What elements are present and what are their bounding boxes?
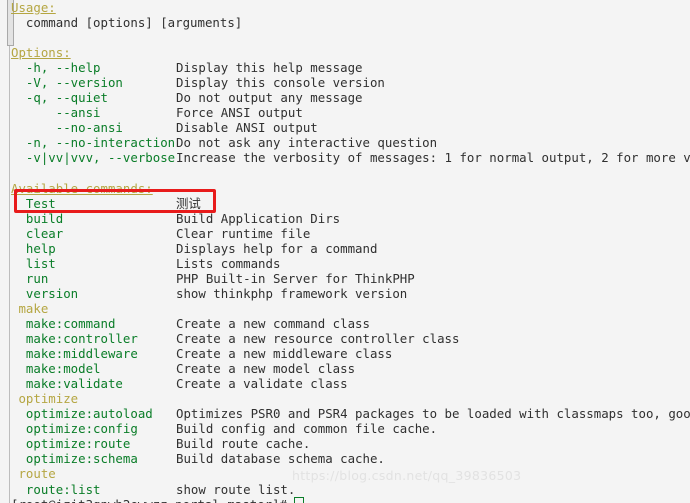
terminal-cursor: [294, 496, 305, 503]
command-description: Create a new command class: [176, 315, 370, 331]
csdn-watermark: https://blog.csdn.net/qq_39836503: [292, 468, 522, 483]
option-row: -h, --help Display this help message: [11, 60, 690, 75]
option-description: Display this help message: [176, 60, 363, 76]
option-description: Disable ANSI output: [176, 120, 318, 136]
usage-heading-line: Usage:: [11, 0, 690, 15]
option-description: Display this console version: [176, 75, 385, 91]
command-name[interactable]: clear: [11, 226, 176, 241]
command-name[interactable]: optimize:autoload: [11, 406, 176, 421]
command-description: Build route cache.: [176, 436, 311, 452]
option-flag: --no-ansi: [11, 120, 123, 136]
command-row: help Displays help for a command: [11, 241, 690, 256]
usage-command-line: command [options] [arguments]: [11, 15, 690, 30]
command-description: Build database schema cache.: [176, 451, 385, 467]
option-row: --ansi Force ANSI output: [11, 105, 690, 120]
command-description: Lists commands: [176, 255, 281, 271]
command-description: show route list.: [176, 481, 296, 497]
command-row: optimize:schema Build database schema cac…: [11, 451, 690, 466]
option-flag: -n, --no-interaction: [11, 135, 176, 151]
command-group-name[interactable]: make: [11, 301, 176, 316]
option-row: -q, --quiet Do not output any message: [11, 90, 690, 105]
command-row: optimize:config Build config and common f…: [11, 421, 690, 436]
commands-heading-line: Available commands:: [11, 181, 690, 196]
terminal-window: Usage: command [options] [arguments] Opti…: [0, 0, 690, 503]
option-flag: --ansi: [11, 105, 101, 121]
option-row: -V, --version Display this console versio…: [11, 75, 690, 90]
command-name[interactable]: Test: [11, 196, 176, 211]
command-name[interactable]: optimize:config: [11, 421, 176, 436]
command-row: version show thinkphp framework version: [11, 286, 690, 301]
option-row: -v|vv|vvv, --verboseIncrease the verbosi…: [11, 150, 690, 165]
command-row: run PHP Built-in Server for ThinkPHP: [11, 271, 690, 286]
option-description: Increase the verbosity of messages: 1 fo…: [176, 150, 690, 166]
command-name[interactable]: help: [11, 241, 176, 256]
command-row: make:model Create a new model class: [11, 361, 690, 376]
command-group-name[interactable]: route: [11, 466, 176, 481]
option-description: Force ANSI output: [176, 105, 303, 121]
options-heading-line: Options:: [11, 45, 690, 60]
command-description: Create a new model class: [176, 361, 356, 377]
command-name[interactable]: run: [11, 271, 176, 286]
command-group-row: make: [11, 301, 690, 316]
command-description: Create a new middleware class: [176, 346, 393, 362]
option-description: Do not output any message: [176, 90, 363, 106]
option-flag: -h, --help: [11, 60, 101, 76]
command-name[interactable]: list: [11, 256, 176, 271]
command-row: build Build Application Dirs: [11, 211, 690, 226]
command-description: 测试: [176, 195, 201, 211]
command-description: Clear runtime file: [176, 225, 311, 241]
command-row: Test 测试: [11, 196, 690, 211]
command-row: route:list show route list.: [11, 482, 690, 497]
command-description: Build config and common file cache.: [176, 421, 438, 437]
command-description: show thinkphp framework version: [176, 285, 408, 301]
command-name[interactable]: build: [11, 211, 176, 226]
option-row: --no-ansi Disable ANSI output: [11, 120, 690, 135]
command-name[interactable]: optimize:schema: [11, 451, 176, 466]
command-name[interactable]: route:list: [11, 482, 176, 497]
option-flag: -V, --version: [11, 75, 123, 91]
terminal-output: Usage: command [options] [arguments] Opti…: [11, 0, 690, 503]
command-description: Displays help for a command: [176, 240, 378, 256]
option-flag: -v|vv|vvv, --verbose: [11, 150, 176, 166]
command-name[interactable]: make:validate: [11, 376, 176, 391]
command-row: make:controller Create a new resource con…: [11, 331, 690, 346]
usage-heading: Usage:: [11, 0, 56, 15]
command-group-row: optimize: [11, 391, 690, 406]
command-row: clear Clear runtime file: [11, 226, 690, 241]
options-heading: Options:: [11, 45, 71, 61]
command-name[interactable]: make:controller: [11, 331, 176, 346]
command-description: PHP Built-in Server for ThinkPHP: [176, 270, 415, 286]
command-name[interactable]: make:model: [11, 361, 176, 376]
option-row: -n, --no-interactionDo not ask any inter…: [11, 135, 690, 150]
command-name[interactable]: optimize:route: [11, 436, 176, 451]
command-name[interactable]: version: [11, 286, 176, 301]
command-name[interactable]: make:command: [11, 316, 176, 331]
option-description: Do not ask any interactive question: [176, 135, 438, 151]
usage-command-text: command [options] [arguments]: [11, 15, 243, 31]
command-name[interactable]: make:middleware: [11, 346, 176, 361]
command-description: Create a validate class: [176, 376, 348, 392]
command-row: optimize:autoload Optimizes PSR0 and PSR4…: [11, 406, 690, 421]
command-row: make:command Create a new command class: [11, 316, 690, 331]
option-flag: -q, --quiet: [11, 90, 108, 106]
command-row: list Lists commands: [11, 256, 690, 271]
shell-prompt-line: [root@izit3gnwh2ewwzz portal-master]#: [11, 496, 690, 503]
command-description: Optimizes PSR0 and PSR4 packages to be l…: [176, 406, 690, 422]
command-group-name[interactable]: optimize: [11, 391, 176, 406]
terminal-scrollbar[interactable]: [3, 0, 14, 503]
command-row: make:middleware Create a new middleware c…: [11, 346, 690, 361]
command-description: Create a new resource controller class: [176, 331, 460, 347]
command-row: make:validate Create a validate class: [11, 376, 690, 391]
command-description: Build Application Dirs: [176, 210, 341, 226]
command-row: optimize:route Build route cache.: [11, 436, 690, 451]
available-commands-heading: Available commands:: [11, 180, 153, 196]
shell-prompt-text: [root@izit3gnwh2ewwzz portal-master]#: [11, 497, 294, 503]
